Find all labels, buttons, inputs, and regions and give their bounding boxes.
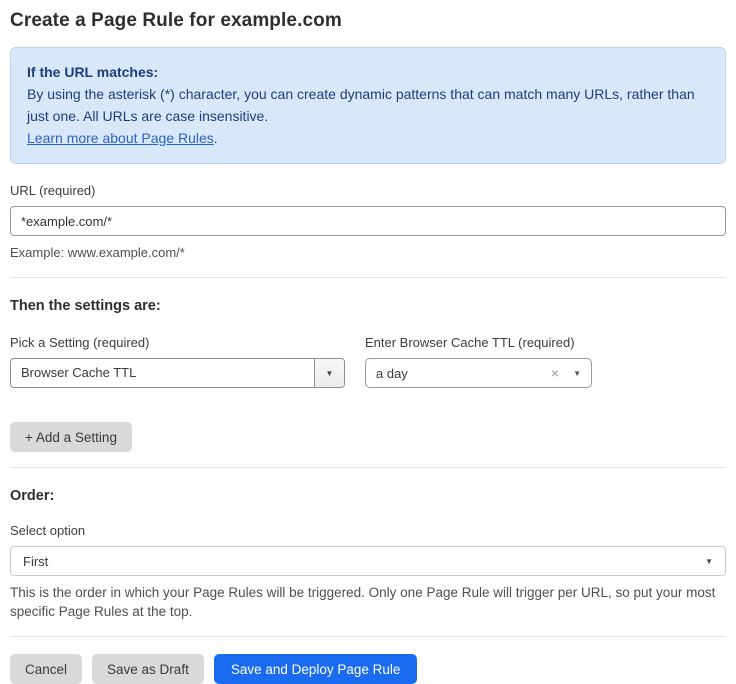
- info-box-link-line: Learn more about Page Rules.: [27, 127, 709, 149]
- info-box-body: By using the asterisk (*) character, you…: [27, 83, 709, 127]
- ttl-picker-label: Enter Browser Cache TTL (required): [365, 335, 592, 350]
- save-draft-button[interactable]: Save as Draft: [92, 654, 204, 684]
- ttl-picker-column: Enter Browser Cache TTL (required) a day…: [365, 316, 592, 388]
- chevron-down-icon[interactable]: ▼: [314, 359, 344, 387]
- setting-picker-value: Browser Cache TTL: [11, 359, 314, 387]
- divider: [10, 636, 726, 637]
- settings-row: Pick a Setting (required) Browser Cache …: [10, 316, 726, 388]
- cancel-button[interactable]: Cancel: [10, 654, 82, 684]
- chevron-down-icon[interactable]: ▼: [573, 369, 581, 378]
- add-setting-button[interactable]: + Add a Setting: [10, 422, 132, 452]
- setting-picker-dropdown[interactable]: Browser Cache TTL ▼: [10, 358, 345, 388]
- settings-section-heading: Then the settings are:: [10, 298, 726, 314]
- chevron-down-icon: ▼: [705, 557, 713, 566]
- order-section-heading: Order:: [10, 488, 726, 504]
- ttl-picker-dropdown[interactable]: a day × ▼: [365, 358, 592, 388]
- footer-actions: Cancel Save as Draft Save and Deploy Pag…: [10, 654, 726, 684]
- setting-picker-label: Pick a Setting (required): [10, 335, 345, 350]
- url-input[interactable]: [10, 206, 726, 236]
- info-box-heading: If the URL matches:: [27, 61, 709, 83]
- save-deploy-button[interactable]: Save and Deploy Page Rule: [214, 654, 418, 684]
- url-helper-text: Example: www.example.com/*: [10, 244, 726, 262]
- page-title: Create a Page Rule for example.com: [10, 10, 726, 32]
- learn-more-link[interactable]: Learn more about Page Rules: [27, 130, 214, 146]
- order-select-value: First: [23, 554, 705, 569]
- order-helper-text: This is the order in which your Page Rul…: [10, 583, 726, 621]
- order-select-label: Select option: [10, 523, 726, 538]
- divider: [10, 467, 726, 468]
- setting-picker-column: Pick a Setting (required) Browser Cache …: [10, 316, 345, 388]
- divider: [10, 277, 726, 278]
- link-period: .: [214, 130, 218, 146]
- url-field-label: URL (required): [10, 183, 726, 198]
- order-select[interactable]: First ▼: [10, 546, 726, 576]
- clear-icon[interactable]: ×: [551, 365, 559, 381]
- ttl-picker-value: a day: [376, 366, 551, 381]
- url-matches-info-box: If the URL matches: By using the asteris…: [10, 47, 726, 164]
